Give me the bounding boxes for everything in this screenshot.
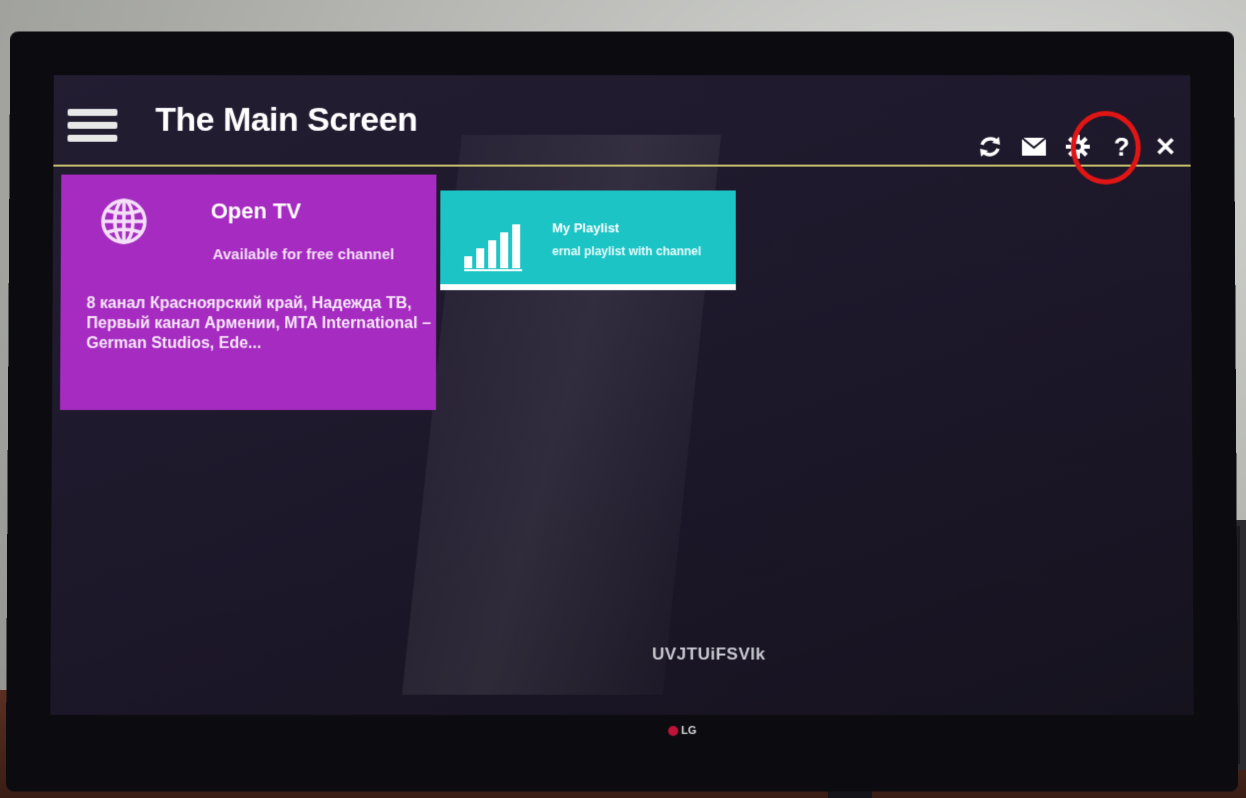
- settings-highlight-ring: [1071, 111, 1141, 185]
- tile-open-tv-description: 8 канал Красноярский край, Надежда ТВ, П…: [86, 294, 434, 354]
- menu-icon[interactable]: [67, 109, 117, 145]
- globe-icon: [99, 196, 149, 246]
- tile-my-playlist-underline: [440, 284, 736, 290]
- brand-label: LG: [681, 725, 696, 737]
- page-title: The Main Screen: [155, 101, 417, 140]
- tile-open-tv[interactable]: Open TV Available for free channel 8 кан…: [60, 175, 436, 410]
- tile-my-playlist[interactable]: My Playlist ernal playlist with channel: [440, 191, 736, 291]
- signal-bars-icon: [464, 220, 528, 272]
- device-code: UVJTUiFSVlk: [652, 644, 765, 664]
- tv-screen: The Main Screen ? ✕ Open TV Available fo…: [50, 75, 1193, 715]
- tv-frame: The Main Screen ? ✕ Open TV Available fo…: [6, 31, 1239, 791]
- lg-logo-icon: [668, 726, 678, 736]
- tile-my-playlist-title: My Playlist: [552, 220, 619, 235]
- tile-open-tv-subtitle: Available for free channel: [213, 246, 437, 263]
- tile-my-playlist-subtitle: ernal playlist with channel: [552, 244, 701, 258]
- tv-brand-logo: LG: [668, 725, 696, 737]
- mail-icon[interactable]: [1017, 130, 1051, 164]
- close-icon[interactable]: ✕: [1149, 130, 1183, 164]
- refresh-icon[interactable]: [973, 130, 1007, 164]
- tile-open-tv-title: Open TV: [211, 198, 301, 224]
